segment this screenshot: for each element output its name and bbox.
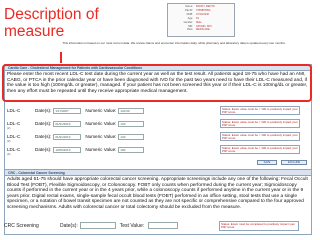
ldl-row-label: LDL-C: [7, 121, 21, 126]
description-highlight-box: [2, 64, 312, 102]
numeric-value-label: Numeric Value:: [85, 121, 117, 126]
annotation-callout-line: [60, 52, 62, 63]
ldl-date-input[interactable]: 1/17/2007: [53, 107, 82, 114]
measure-annotation-title: Description of measure: [4, 6, 99, 40]
date-label: Date(s):: [60, 222, 78, 229]
ldl-row-index: (3): [7, 139, 11, 143]
crc-value-input[interactable]: [148, 222, 179, 229]
crc-measure-description: Adults aged 51-75 should have appropriat…: [7, 177, 308, 210]
ldl-value-input[interactable]: 120: [118, 133, 145, 140]
ldl-value-input[interactable]: 120.00: [118, 107, 145, 114]
ldl-row-label: LDL-C: [7, 108, 21, 113]
crc-date-input[interactable]: [79, 222, 116, 229]
exclude-button[interactable]: EXCLUDE: [281, 160, 307, 165]
numeric-value-label: Numeric Value:: [85, 147, 117, 152]
save-button[interactable]: SAVE: [257, 160, 277, 165]
patient-info-row: Plan: MEDICARE: [187, 28, 210, 32]
ldl-date-input[interactable]: 01/01/2010: [53, 120, 82, 127]
ldl-row-index: (4): [7, 152, 11, 156]
ldl-status-4: Status: Exam value must be < 100 to posi…: [220, 145, 300, 154]
annotation-line-2: measure: [4, 23, 65, 40]
patient-info-box: Name: BANDY, BENTO Pat ID: 7055887894 DOB:…: [167, 3, 235, 37]
test-value-label: Test Value:: [119, 222, 145, 229]
crc-screening-row: CRC Screening Date(s): Test Value:: [4, 222, 179, 229]
ldl-status-1: Status: Exam value must be < 100 to posi…: [220, 106, 300, 115]
data-currency-note: This information is based on our most cu…: [62, 41, 286, 45]
date-label: Date(s):: [35, 108, 52, 113]
annotation-line-1: Description of: [4, 6, 99, 23]
date-label: Date(s):: [35, 121, 52, 126]
date-label: Date(s):: [35, 147, 52, 152]
ldl-status-3: Status: Exam value must be < 100 to posi…: [220, 132, 300, 141]
ldl-value-input[interactable]: 120: [118, 120, 145, 127]
ldl-row-label: LDL-C: [7, 147, 21, 152]
ldl-date-input[interactable]: 01/01/2010: [53, 133, 82, 140]
numeric-value-label: Numeric Value:: [85, 108, 117, 113]
ldl-status-2: Status: Exam value must be < 100 to posi…: [220, 119, 300, 128]
ldl-value-input[interactable]: 180: [118, 146, 145, 153]
crc-status: Status: Exam must be completed to positi…: [219, 221, 299, 231]
crc-row-label: CRC Screening: [4, 222, 39, 229]
date-label: Date(s):: [35, 134, 52, 139]
ldl-row-index: (2): [7, 126, 11, 130]
ldl-row-label: LDL-C: [7, 134, 21, 139]
numeric-value-label: Numeric Value:: [85, 134, 117, 139]
ldl-date-input[interactable]: 12/06/2010: [53, 146, 82, 153]
